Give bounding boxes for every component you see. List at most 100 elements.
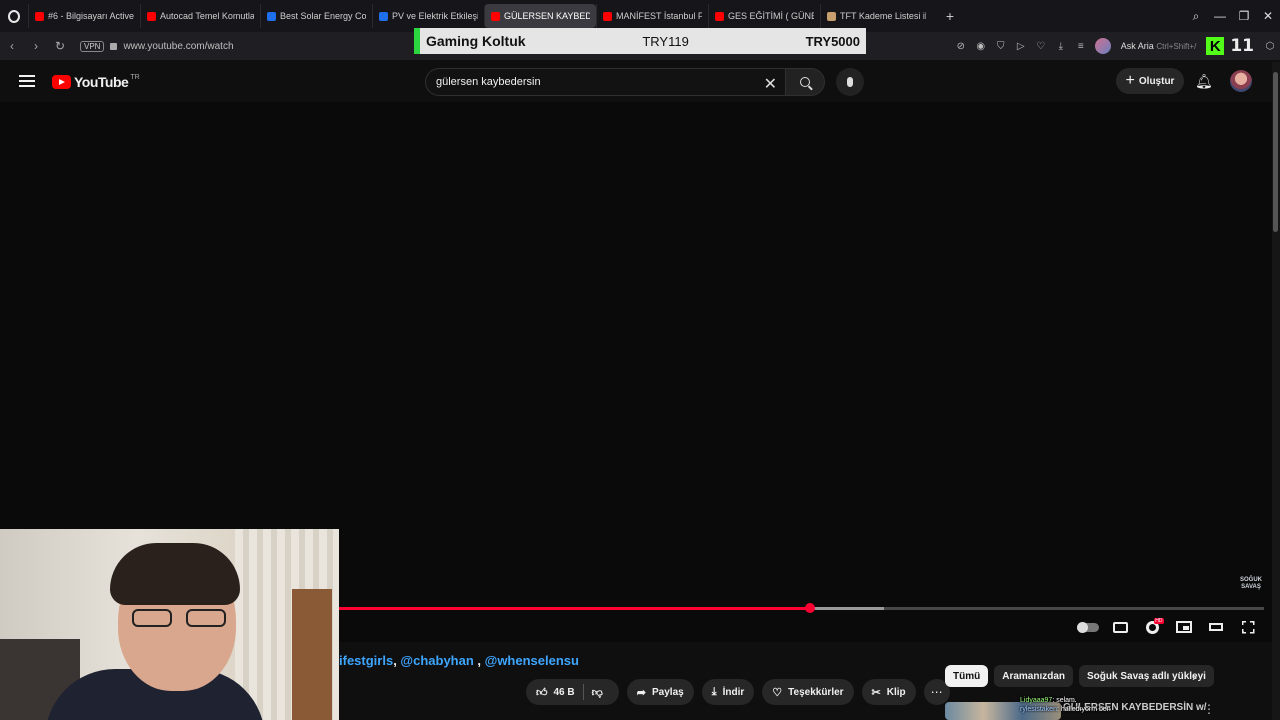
- voice-search-button[interactable]: [836, 68, 864, 96]
- subtitles-button[interactable]: [1104, 621, 1136, 633]
- ad-block-icon[interactable]: ⊘: [951, 41, 971, 52]
- search-button[interactable]: [785, 68, 825, 96]
- browser-tab[interactable]: Autocad Temel Komutlar: [140, 4, 260, 28]
- opera-logo-icon[interactable]: [0, 0, 28, 32]
- tab-label: Autocad Temel Komutlar: [160, 11, 254, 21]
- new-tab-plus-icon[interactable]: +: [940, 6, 960, 26]
- mention-link[interactable]: @whenselensu: [485, 653, 579, 668]
- goal-item: Gaming Koltuk: [426, 33, 526, 49]
- chat-text: selam: [1056, 697, 1075, 704]
- create-button[interactable]: + Oluştur: [1116, 68, 1184, 94]
- aria-button[interactable]: Ask Aria Ctrl+Shift+/: [1121, 41, 1197, 51]
- played-bar: [338, 607, 811, 610]
- vpn-badge[interactable]: VPN: [80, 40, 105, 52]
- like-button[interactable]: 👍︎ 46 B: [536, 686, 575, 699]
- miniplayer-icon: [1176, 621, 1192, 633]
- search-tabs-icon[interactable]: ⌕: [1184, 9, 1208, 24]
- download-label: İndir: [722, 686, 745, 698]
- download-icon[interactable]: ⤓: [1051, 41, 1071, 52]
- back-icon[interactable]: ‹: [0, 39, 24, 53]
- like-dislike-group: 👍︎ 46 B 👎︎: [526, 679, 619, 705]
- browser-tab[interactable]: PV ve Elektrik Etkileşimleri: [372, 4, 484, 28]
- recommended-menu-icon[interactable]: ⋮: [1203, 702, 1215, 716]
- close-window-icon[interactable]: ✕: [1256, 9, 1280, 23]
- browser-profile-avatar[interactable]: [1094, 38, 1111, 54]
- more-icon: ⋯: [930, 685, 943, 699]
- minimize-icon[interactable]: —: [1208, 9, 1232, 23]
- mention-separator: ,: [473, 653, 485, 668]
- tab-label: Best Solar Energy Courses: [280, 11, 366, 21]
- mention-link[interactable]: @chabyhan: [400, 653, 473, 668]
- browser-tab[interactable]: GES EĞİTİMİ ( GÜNEŞ ENE: [708, 4, 820, 28]
- share-button[interactable]: ➦ Paylaş: [626, 679, 694, 705]
- stream-chat-overlay: Lidyaaa97: selam rylesistaken: halledıyo…: [1020, 696, 1111, 714]
- reload-icon[interactable]: ↻: [48, 39, 72, 53]
- extension-icon[interactable]: ⬡: [1260, 41, 1280, 52]
- chat-user: Lidyaaa97: [1020, 697, 1053, 704]
- thanks-label: Teşekkürler: [788, 686, 844, 698]
- clear-search-icon[interactable]: ✕: [764, 74, 777, 94]
- tab-label: TFT Kademe Listesi ile Set: [840, 11, 926, 21]
- kick-icon[interactable]: K: [1206, 37, 1225, 55]
- webcam-person-glasses: [132, 609, 226, 629]
- like-count: 46 B: [553, 686, 575, 698]
- camera-icon[interactable]: ◉: [971, 41, 991, 52]
- webcam-overlay: [0, 529, 339, 720]
- share-label: Paylaş: [652, 686, 684, 698]
- aria-label: Ask Aria: [1120, 41, 1154, 51]
- chip-from-search[interactable]: Aramanızdan: [994, 665, 1074, 687]
- restore-icon[interactable]: ❐: [1232, 9, 1256, 23]
- webcam-shelf: [292, 589, 332, 720]
- scissors-icon: ✂: [871, 686, 881, 699]
- player-controls: HD: [1072, 616, 1264, 638]
- thanks-icon: ♡: [772, 686, 783, 699]
- clip-button[interactable]: ✂ Klip: [861, 679, 916, 705]
- tab-favicon-icon: [603, 11, 612, 21]
- chips-next-chevron-icon[interactable]: ›: [1192, 668, 1197, 684]
- channel-watermark[interactable]: SOĞUK SAVAŞ: [1236, 577, 1266, 591]
- notifications-bell-icon[interactable]: 🔔︎: [1195, 73, 1213, 90]
- region-code: TR: [130, 73, 140, 81]
- menu-icon[interactable]: ≡: [1071, 41, 1091, 52]
- miniplayer-button[interactable]: [1168, 621, 1200, 633]
- tab-label: MANİFEST İstanbul Festiv: [616, 11, 702, 21]
- account-avatar[interactable]: [1230, 70, 1252, 92]
- thanks-button[interactable]: ♡ Teşekkürler: [762, 679, 854, 705]
- tab-label: GÜLERSEN KAYBEDERSİN: [504, 11, 590, 21]
- browser-tab[interactable]: #6 - Bilgisayarı Active Dire: [28, 4, 140, 28]
- shield-icon[interactable]: ⛉: [991, 41, 1011, 52]
- subtitles-icon: [1112, 621, 1128, 633]
- dislike-button[interactable]: 👎︎: [592, 686, 619, 699]
- player-icon[interactable]: ▷: [1011, 41, 1031, 52]
- theater-mode-button[interactable]: [1200, 623, 1232, 631]
- youtube-wordmark: YouTube: [74, 74, 129, 90]
- progress-bar[interactable]: [338, 603, 1264, 613]
- hamburger-menu-icon[interactable]: [19, 75, 35, 87]
- scrollbar-thumb[interactable]: [1273, 72, 1278, 232]
- search-input[interactable]: [436, 76, 756, 88]
- download-button[interactable]: ⤓ İndir: [701, 679, 755, 705]
- microphone-icon: [847, 77, 853, 87]
- chip-all[interactable]: Tümü: [945, 665, 989, 687]
- url-field[interactable]: www.youtube.com/watch: [123, 41, 233, 52]
- lock-icon[interactable]: [110, 42, 118, 50]
- chat-message: Lidyaaa97: selam: [1020, 697, 1075, 704]
- fullscreen-button[interactable]: [1232, 620, 1264, 634]
- fullscreen-icon: [1241, 620, 1255, 634]
- youtube-play-icon: [52, 75, 71, 89]
- youtube-logo[interactable]: YouTube TR: [52, 74, 140, 90]
- tab-label: PV ve Elektrik Etkileşimleri: [392, 11, 478, 21]
- tab-favicon-icon: [267, 11, 276, 21]
- browser-tab[interactable]: TFT Kademe Listesi ile Set: [820, 4, 932, 28]
- settings-button[interactable]: HD: [1136, 617, 1168, 634]
- heart-icon[interactable]: ♡: [1031, 41, 1051, 52]
- browser-tab[interactable]: GÜLERSEN KAYBEDERSİN: [484, 4, 596, 28]
- autoplay-toggle[interactable]: [1072, 621, 1104, 633]
- clip-label: Klip: [886, 686, 906, 698]
- browser-tab[interactable]: Best Solar Energy Courses: [260, 4, 372, 28]
- mention-link[interactable]: ifestgirls: [339, 653, 393, 668]
- page-scrollbar[interactable]: [1272, 62, 1280, 720]
- browser-tab[interactable]: MANİFEST İstanbul Festiv: [596, 4, 708, 28]
- forward-icon[interactable]: ›: [24, 39, 48, 53]
- tab-favicon-icon: [147, 11, 156, 21]
